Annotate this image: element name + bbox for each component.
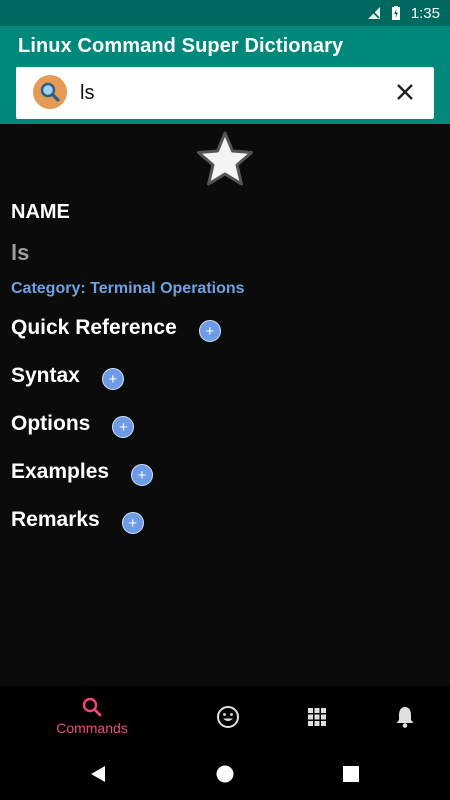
home-icon[interactable] [216, 765, 234, 783]
recents-icon[interactable] [343, 766, 359, 782]
command-detail: NAME ls Category: Terminal Operations Qu… [0, 124, 450, 686]
app-title: Linux Command Super Dictionary [18, 35, 344, 57]
section-options[interactable]: Options + [11, 410, 135, 438]
grid-icon [308, 708, 326, 726]
expand-button[interactable]: + [101, 368, 124, 390]
section-quick-reference[interactable]: Quick Reference + [11, 314, 221, 342]
section-examples[interactable]: Examples + [11, 458, 154, 486]
section-remarks[interactable]: Remarks + [11, 506, 144, 534]
search-icon[interactable] [33, 75, 67, 109]
bottom-navigation: Commands [0, 686, 450, 748]
expand-button[interactable]: + [131, 464, 154, 486]
status-time: 1:35 [410, 4, 440, 22]
section-label: Syntax [11, 364, 80, 387]
system-navigation-bar [0, 748, 450, 800]
expand-button[interactable]: + [112, 416, 135, 438]
category-label: Category: Terminal Operations [11, 280, 245, 297]
section-label: Remarks [11, 508, 100, 531]
search-bar[interactable] [16, 67, 434, 119]
battery-charging-icon [391, 6, 400, 20]
star-icon[interactable] [195, 130, 255, 188]
search-icon [82, 697, 102, 717]
expand-button[interactable]: + [198, 320, 221, 342]
nav-commands-label: Commands [56, 720, 128, 736]
app-bar: Linux Command Super Dictionary [0, 26, 450, 124]
section-syntax[interactable]: Syntax + [11, 362, 124, 390]
section-label: Options [11, 412, 91, 435]
section-label: Quick Reference [11, 316, 177, 339]
search-input[interactable] [78, 75, 382, 111]
status-bar: 1:35 [0, 0, 450, 26]
bell-icon [396, 707, 414, 728]
expand-button[interactable]: + [121, 512, 144, 534]
no-signal-icon [367, 7, 380, 19]
section-label: Examples [11, 460, 110, 483]
back-icon[interactable] [89, 765, 107, 783]
name-heading: NAME [11, 201, 70, 223]
emoji-icon [217, 706, 239, 728]
close-icon[interactable] [394, 81, 416, 103]
command-name: ls [11, 240, 30, 265]
